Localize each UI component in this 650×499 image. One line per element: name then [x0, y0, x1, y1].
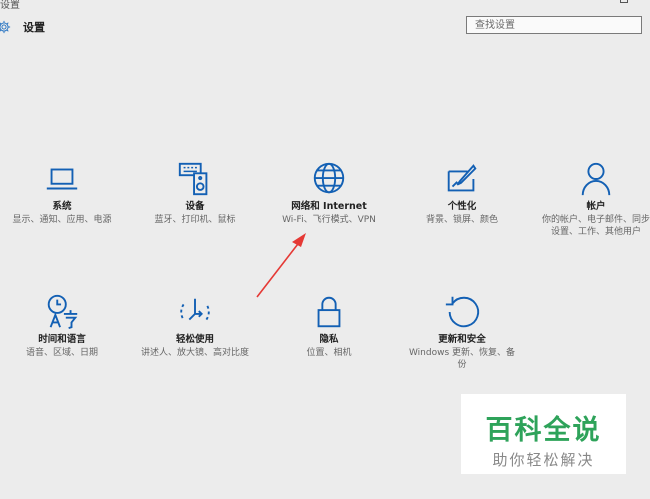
watermark-sub: 助你轻松解决: [492, 451, 595, 469]
tile-system[interactable]: 系统 显示、通知、应用、电源: [6, 160, 118, 227]
tile-desc: 显示、通知、应用、电源: [12, 215, 112, 225]
tile-desc: 讲述人、放大镜、高对比度: [141, 348, 250, 358]
tile-devices[interactable]: 设备 蓝牙、打印机、鼠标: [139, 160, 251, 227]
tile-title: 轻松使用: [175, 334, 214, 345]
tile-time-language[interactable]: 时间和语言 语音、区域、日期: [6, 293, 118, 360]
page-title: 设置: [23, 21, 45, 34]
tile-title: 隐私: [319, 334, 339, 345]
tile-title: 个性化: [447, 201, 477, 212]
tile-ease-of-access[interactable]: 轻松使用 讲述人、放大镜、高对比度: [139, 293, 251, 360]
window-title: 设置: [0, 0, 20, 11]
tile-desc: 背景、锁屏、颜色: [425, 215, 498, 225]
tile-desc: 位置、相机: [306, 348, 352, 358]
tile-desc: 你的帐户、电子邮件、同步设置、工作、其他用户: [542, 215, 650, 237]
tile-desc: 蓝牙、打印机、鼠标: [154, 215, 236, 225]
laptop-icon: [46, 168, 78, 190]
tile-update-security[interactable]: 更新和安全 Windows 更新、恢复、备份: [406, 293, 518, 371]
watermark-logo: 百科全说 助你轻松解决: [461, 394, 626, 474]
globe-icon: [313, 162, 345, 194]
tile-desc: Wi-Fi、飞行模式、VPN: [282, 215, 376, 225]
update-security-icon: [445, 296, 480, 328]
tile-desc: Windows 更新、恢复、备份: [408, 348, 516, 370]
search-box[interactable]: [466, 16, 642, 34]
search-input[interactable]: [473, 18, 635, 32]
tile-title: 更新和安全: [438, 334, 486, 345]
tile-network[interactable]: 网络和 Internet Wi-Fi、飞行模式、VPN: [273, 160, 385, 227]
tile-personalization[interactable]: 个性化 背景、锁屏、颜色: [406, 160, 518, 227]
watermark-main: 百科全说: [485, 415, 602, 446]
person-icon: [581, 162, 611, 196]
tile-accounts[interactable]: 帐户 你的帐户、电子邮件、同步设置、工作、其他用户: [540, 160, 650, 238]
tile-privacy[interactable]: 隐私 位置、相机: [273, 293, 385, 360]
ease-of-access-icon: [180, 298, 210, 321]
tile-title: 帐户: [586, 201, 606, 212]
tile-title: 时间和语言: [38, 334, 86, 345]
lock-icon: [317, 296, 341, 328]
tile-title: 网络和 Internet: [291, 201, 367, 212]
gear-icon: [0, 20, 11, 34]
tile-desc: 语音、区域、日期: [25, 348, 98, 358]
settings-header: 设置: [0, 16, 45, 38]
tile-title: 系统: [52, 201, 72, 212]
keyboard-speaker-icon: [178, 162, 208, 196]
time-language-icon: [47, 294, 78, 330]
personalization-icon: [447, 164, 477, 192]
maximize-icon[interactable]: [620, 0, 628, 3]
tile-title: 设备: [185, 201, 205, 212]
